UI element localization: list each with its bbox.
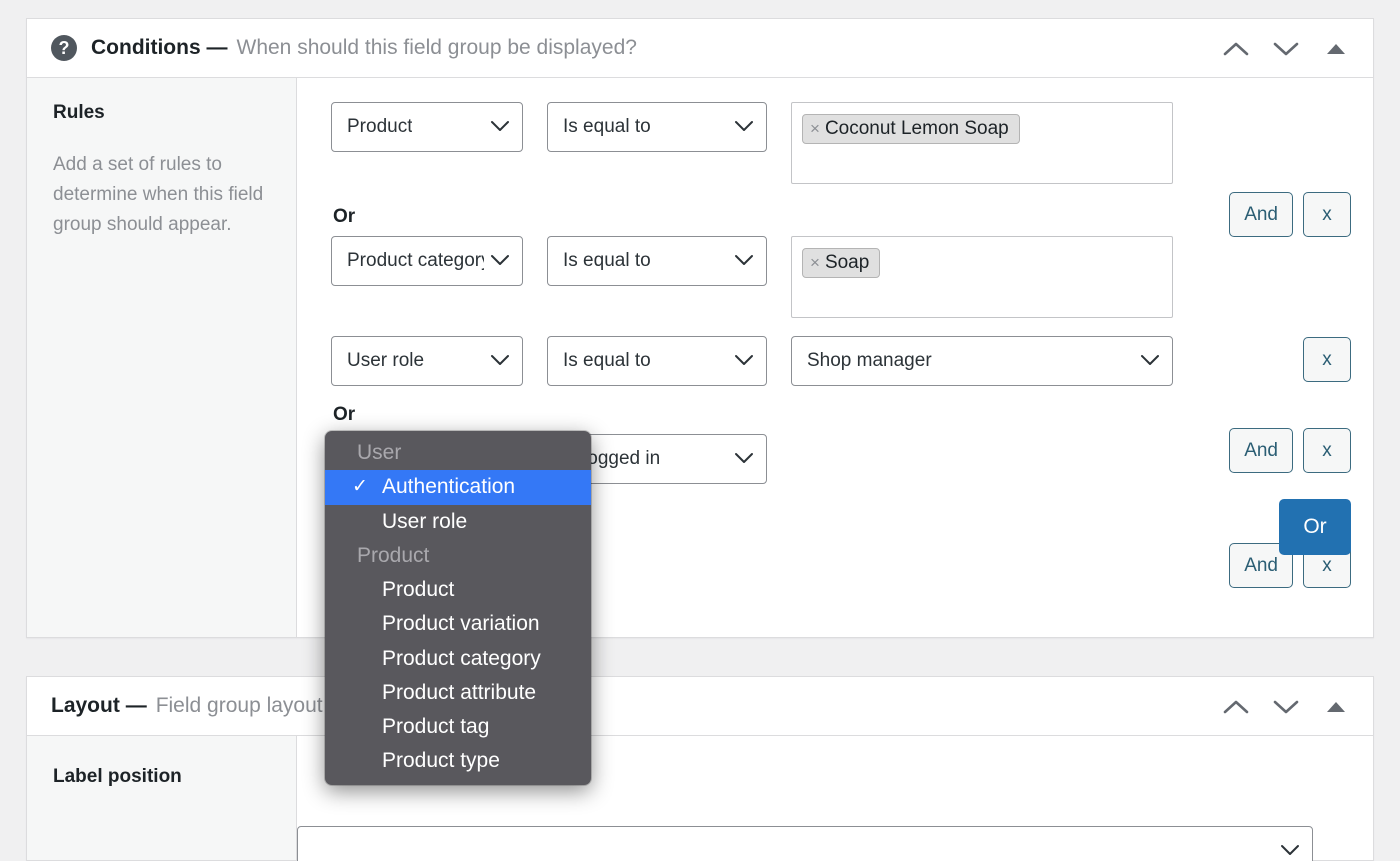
chevron-down-icon bbox=[1140, 350, 1160, 372]
chevron-down-icon bbox=[734, 350, 754, 372]
rule-1-field-select[interactable]: Product bbox=[331, 102, 523, 152]
dropdown-option-product-category[interactable]: Product category bbox=[325, 642, 591, 676]
layout-panel-header: Layout — Field group layout settings bbox=[27, 677, 1373, 736]
title-dash: — bbox=[206, 36, 228, 59]
rule-3-actions: And x bbox=[1229, 428, 1351, 473]
label-position-select[interactable] bbox=[297, 826, 1313, 861]
rule-3-and-button[interactable]: And bbox=[1229, 428, 1293, 473]
chevron-down-icon bbox=[490, 116, 510, 138]
rule-2-value-token-field[interactable]: × Soap bbox=[791, 236, 1173, 318]
label-position-label: Label position bbox=[53, 766, 182, 787]
screen: ? Conditions — When should this field gr… bbox=[0, 0, 1400, 861]
rule-1-actions: And x bbox=[1229, 192, 1351, 237]
rule-3-operator-select[interactable]: Is equal to bbox=[547, 336, 767, 386]
move-up-icon[interactable] bbox=[1221, 692, 1251, 722]
dropdown-option-product-type[interactable]: Product type bbox=[325, 744, 591, 778]
rule-3-field-select[interactable]: User role bbox=[331, 336, 523, 386]
move-down-icon[interactable] bbox=[1271, 692, 1301, 722]
dropdown-option-label: Product tag bbox=[382, 715, 490, 738]
dropdown-option-product-tag[interactable]: Product tag bbox=[325, 710, 591, 744]
rules-description: Add a set of rules to determine when thi… bbox=[53, 154, 264, 236]
dropdown-option-user-role[interactable]: User role bbox=[325, 505, 591, 539]
token-soap[interactable]: × Soap bbox=[802, 248, 881, 278]
chevron-down-icon bbox=[734, 116, 754, 138]
rule-2-operator-select[interactable]: Is equal to bbox=[547, 236, 767, 286]
dropdown-group-label: Product bbox=[357, 543, 430, 567]
check-icon: ✓ bbox=[352, 476, 368, 498]
rule-row-3: User role Is equal to Shop manager And x bbox=[331, 336, 1373, 473]
dropdown-option-product-variation[interactable]: Product variation bbox=[325, 607, 591, 641]
dropdown-option-label: User role bbox=[382, 509, 468, 533]
conditions-header-tools bbox=[1221, 19, 1351, 78]
rule-2-operator-value: Is equal to bbox=[563, 250, 651, 271]
rule-3-remove-button[interactable]: x bbox=[1303, 428, 1351, 473]
dropdown-option-authentication[interactable]: ✓ Authentication bbox=[325, 470, 591, 505]
rule-1-operator-value: Is equal to bbox=[563, 116, 651, 137]
rule-2-actions: x bbox=[1303, 337, 1351, 382]
rule-3-operator-value: Is equal to bbox=[563, 350, 651, 371]
token-label: Soap bbox=[824, 252, 870, 273]
conditions-subtitle: When should this field group be displaye… bbox=[236, 36, 637, 59]
dropdown-option-label: Product category bbox=[382, 646, 541, 670]
collapse-icon[interactable] bbox=[1321, 34, 1351, 64]
remove-token-icon[interactable]: × bbox=[810, 119, 820, 139]
conditions-sidebar: Rules Add a set of rules to determine wh… bbox=[27, 78, 297, 637]
move-down-icon[interactable] bbox=[1271, 34, 1301, 64]
dropdown-option-product-attribute[interactable]: Product attribute bbox=[325, 676, 591, 710]
chevron-down-icon bbox=[1280, 840, 1300, 861]
layout-panel-body: Label position bbox=[27, 736, 1373, 861]
remove-token-icon[interactable]: × bbox=[810, 253, 820, 273]
rule-1-and-button[interactable]: And bbox=[1229, 192, 1293, 237]
add-or-button[interactable]: Or bbox=[1279, 499, 1351, 555]
conditions-panel-header: ? Conditions — When should this field gr… bbox=[27, 19, 1373, 78]
dropdown-option-label: Product bbox=[382, 578, 455, 601]
token-label: Coconut Lemon Soap bbox=[824, 118, 1009, 139]
page-title: Conditions — bbox=[91, 36, 228, 60]
conditions-title-text: Conditions bbox=[91, 36, 201, 59]
rule-1-remove-button[interactable]: x bbox=[1303, 192, 1351, 237]
or-separator-2: Or bbox=[333, 404, 356, 425]
chevron-down-icon bbox=[734, 250, 754, 272]
rules-heading: Rules bbox=[53, 102, 105, 123]
add-or-group-wrap: Or bbox=[1279, 499, 1351, 555]
layout-title: Layout — bbox=[51, 694, 147, 718]
layout-title-text: Layout bbox=[51, 694, 120, 717]
token-coconut-lemon-soap[interactable]: × Coconut Lemon Soap bbox=[802, 114, 1020, 144]
question-mark-circle-icon[interactable]: ? bbox=[51, 35, 77, 61]
rule-2-remove-button[interactable]: x bbox=[1303, 337, 1351, 382]
field-type-dropdown-menu[interactable]: User ✓ Authentication User role Product Produ… bbox=[325, 431, 591, 785]
chevron-down-icon bbox=[490, 350, 510, 372]
dropdown-group-label: User bbox=[357, 441, 402, 464]
collapse-icon[interactable] bbox=[1321, 692, 1351, 722]
rule-1-value-token-field[interactable]: × Coconut Lemon Soap bbox=[791, 102, 1173, 184]
dropdown-option-label: Product type bbox=[382, 749, 500, 773]
rule-1-field-value: Product bbox=[347, 116, 413, 137]
layout-header-tools bbox=[1221, 677, 1351, 736]
dropdown-option-label: Product variation bbox=[382, 612, 540, 636]
chevron-down-icon bbox=[734, 448, 754, 470]
conditions-panel-body: Rules Add a set of rules to determine wh… bbox=[27, 78, 1373, 637]
rule-1-operator-select[interactable]: Is equal to bbox=[547, 102, 767, 152]
rule-3-field-value: User role bbox=[347, 350, 425, 371]
layout-panel: Layout — Field group layout settings Lab… bbox=[26, 676, 1374, 861]
dropdown-option-label: Authentication bbox=[382, 475, 516, 499]
conditions-panel: ? Conditions — When should this field gr… bbox=[26, 18, 1374, 638]
dropdown-option-product[interactable]: Product bbox=[325, 573, 591, 607]
move-up-icon[interactable] bbox=[1221, 34, 1251, 64]
rule-row-1: Product Is equal to × Coconut Lemon Soap… bbox=[331, 102, 1373, 237]
dropdown-option-label: Product attribute bbox=[382, 680, 537, 704]
rule-row-2: Product category Is equal to × Soap x bbox=[331, 236, 1373, 382]
or-separator-1: Or bbox=[333, 206, 356, 227]
rule-3-value: Shop manager bbox=[807, 350, 932, 371]
chevron-down-icon bbox=[490, 250, 510, 272]
rule-2-field-select[interactable]: Product category bbox=[331, 236, 523, 286]
title-dash: — bbox=[125, 694, 147, 717]
layout-sidebar: Label position bbox=[27, 736, 297, 860]
rule-3-value-select[interactable]: Shop manager bbox=[791, 336, 1173, 386]
rule-2-field-value: Product category bbox=[347, 250, 484, 271]
